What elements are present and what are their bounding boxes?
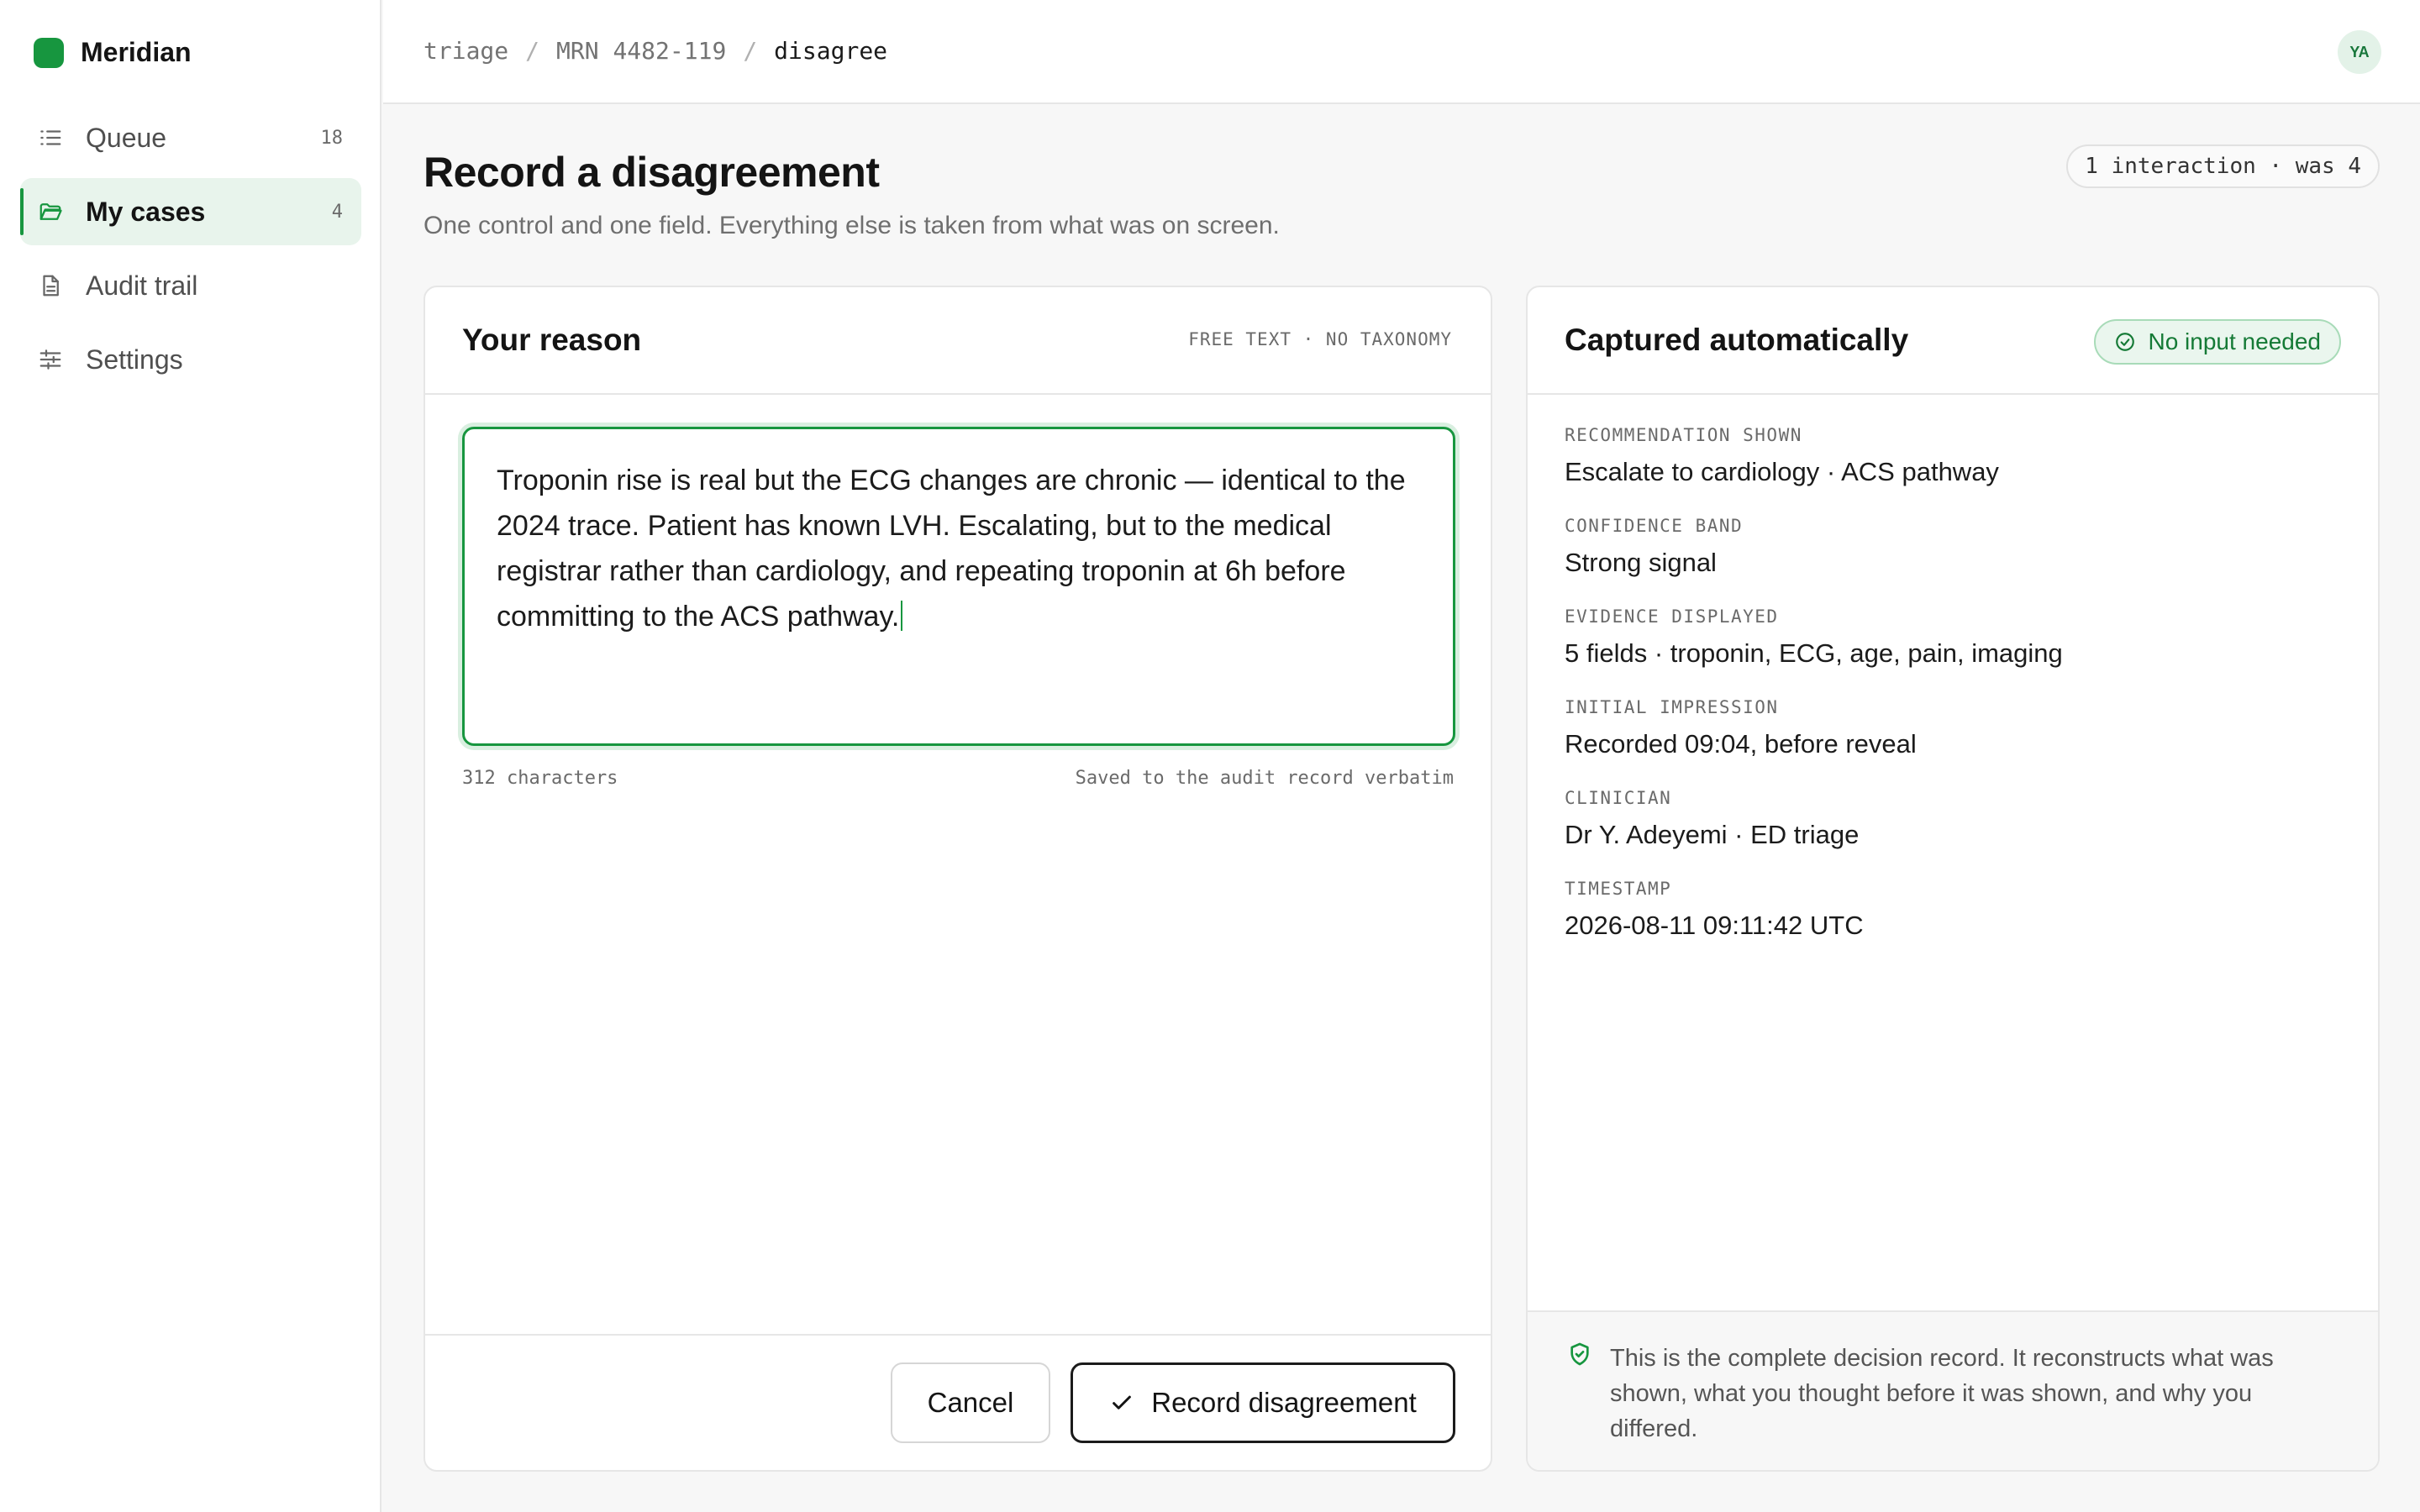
folder-icon (37, 198, 64, 225)
field-label: EVIDENCE DISPLAYED (1565, 606, 1779, 627)
character-count: 312 characters (462, 768, 618, 789)
sidebar-nav: Queue 18 My cases 4 Audit trail Settings (20, 104, 361, 400)
breadcrumb-separator: / (743, 37, 758, 65)
no-input-badge: No input needed (2094, 319, 2341, 365)
field-confidence: CONFIDENCE BAND Strong signal (1565, 516, 2341, 606)
field-initial-impression: INITIAL IMPRESSION Recorded 09:04, befor… (1565, 697, 2341, 788)
logo-icon (34, 37, 64, 68)
sidebar-item-count: 18 (320, 127, 344, 149)
breadcrumb: triage / MRN 4482-119 / disagree (424, 37, 887, 65)
sidebar-item-my-cases[interactable]: My cases 4 (20, 178, 361, 245)
breadcrumb-item-mrn[interactable]: MRN 4482-119 (556, 37, 726, 65)
interaction-count-badge: 1 interaction · was 4 (2066, 144, 2380, 188)
list-icon (37, 124, 64, 151)
field-timestamp: TIMESTAMP 2026-08-11 09:11:42 UTC (1565, 879, 2341, 969)
reason-card-title: Your reason (462, 323, 642, 357)
sidebar-item-count: 4 (331, 201, 343, 223)
avatar[interactable]: YA (2338, 30, 2381, 74)
page-title: Record a disagreement (424, 149, 880, 196)
record-disagreement-button[interactable]: Record disagreement (1071, 1362, 1455, 1443)
saved-note: Saved to the audit record verbatim (1075, 768, 1454, 789)
decision-record-text: This is the complete decision record. It… (1610, 1345, 2274, 1442)
captured-fields: RECOMMENDATION SHOWN Escalate to cardiol… (1565, 425, 2341, 969)
reason-card: Your reason FREE TEXT · NO TAXONOMY Trop… (424, 286, 1492, 1472)
field-value: 5 fields · troponin, ECG, age, pain, ima… (1565, 638, 2063, 668)
reason-text: Troponin rise is real but the ECG change… (497, 465, 1406, 633)
page-subtitle: One control and one field. Everything el… (424, 212, 1280, 239)
sliders-icon (37, 346, 64, 373)
reason-card-footer: Cancel Record disagreement (425, 1334, 1491, 1470)
sidebar-item-label: My cases (86, 196, 206, 227)
sidebar: Meridian Queue 18 My cases 4 Audit trail… (0, 0, 381, 1512)
captured-card: Captured automatically No input needed R… (1526, 286, 2380, 1472)
reason-textarea[interactable]: Troponin rise is real but the ECG change… (462, 427, 1455, 746)
field-value: Escalate to cardiology · ACS pathway (1565, 457, 1999, 486)
field-label: CLINICIAN (1565, 788, 1672, 808)
sidebar-item-label: Audit trail (86, 270, 198, 301)
field-value: Strong signal (1565, 548, 1717, 577)
text-caret (901, 601, 903, 631)
sidebar-item-label: Settings (86, 344, 183, 375)
sidebar-item-settings[interactable]: Settings (20, 326, 361, 393)
field-label: RECOMMENDATION SHOWN (1565, 425, 1802, 445)
field-label: INITIAL IMPRESSION (1565, 697, 1779, 717)
record-button-label: Record disagreement (1151, 1387, 1417, 1418)
cancel-button-label: Cancel (927, 1387, 1014, 1418)
sidebar-item-audit-trail[interactable]: Audit trail (20, 252, 361, 319)
check-circle-icon (2114, 331, 2136, 353)
captured-card-header: Captured automatically No input needed (1528, 287, 2378, 395)
breadcrumb-item-current: disagree (774, 37, 888, 65)
field-clinician: CLINICIAN Dr Y. Adeyemi · ED triage (1565, 788, 2341, 879)
topbar: triage / MRN 4482-119 / disagree YA (383, 0, 2420, 104)
check-icon (1109, 1390, 1134, 1415)
field-value: Dr Y. Adeyemi · ED triage (1565, 820, 1860, 849)
no-input-badge-label: No input needed (2148, 328, 2321, 354)
reason-card-header: Your reason FREE TEXT · NO TAXONOMY (425, 287, 1491, 395)
shield-check-icon (1566, 1341, 1593, 1372)
free-text-tag: FREE TEXT · NO TAXONOMY (1188, 329, 1452, 349)
field-recommendation: RECOMMENDATION SHOWN Escalate to cardiol… (1565, 425, 2341, 516)
breadcrumb-separator: / (525, 37, 540, 65)
cancel-button[interactable]: Cancel (891, 1362, 1050, 1443)
brand[interactable]: Meridian (34, 37, 192, 68)
breadcrumb-item-triage[interactable]: triage (424, 37, 508, 65)
field-value: 2026-08-11 09:11:42 UTC (1565, 911, 1864, 940)
field-value: Recorded 09:04, before reveal (1565, 729, 1917, 759)
field-label: TIMESTAMP (1565, 879, 1672, 899)
decision-record-note: This is the complete decision record. It… (1528, 1310, 2378, 1470)
field-evidence: EVIDENCE DISPLAYED 5 fields · troponin, … (1565, 606, 2341, 697)
sidebar-item-label: Queue (86, 122, 167, 153)
app-name: Meridian (81, 37, 192, 67)
document-icon (37, 272, 64, 299)
captured-card-title: Captured automatically (1565, 323, 1909, 357)
field-label: CONFIDENCE BAND (1565, 516, 1744, 536)
sidebar-item-queue[interactable]: Queue 18 (20, 104, 361, 171)
